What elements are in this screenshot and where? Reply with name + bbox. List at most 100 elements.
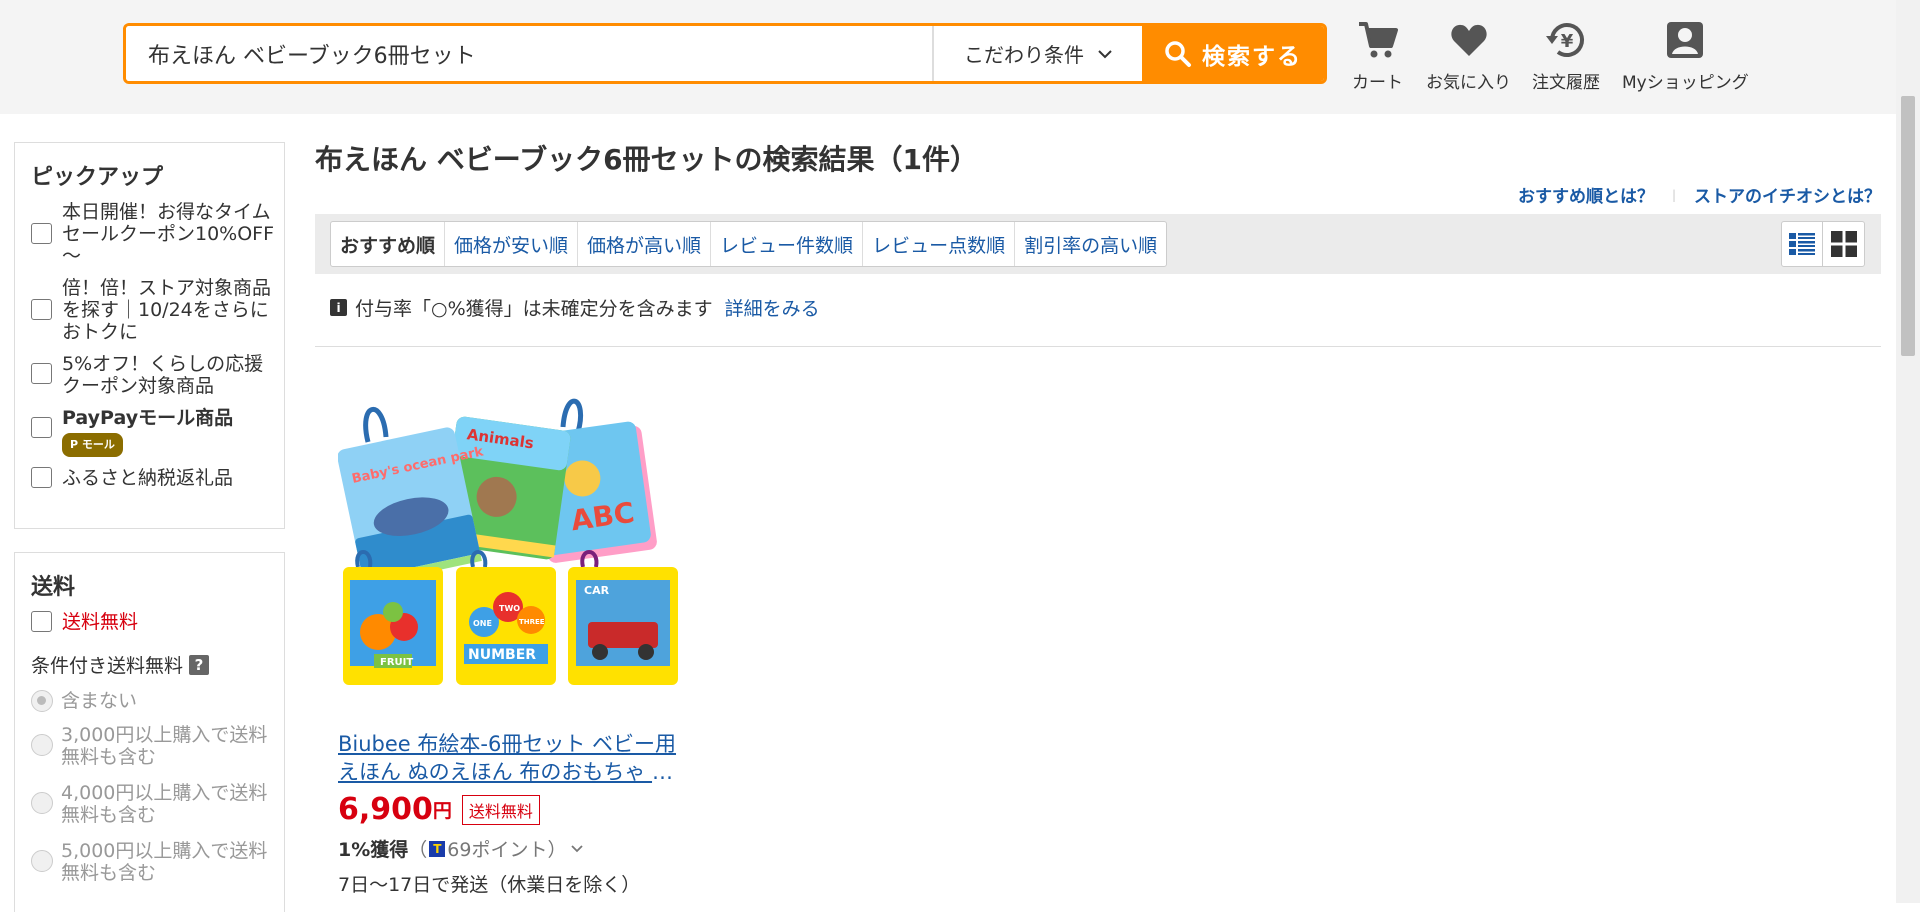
notice-text: 付与率「○%獲得」は未確定分を含みます <box>355 298 713 320</box>
heart-icon <box>1450 24 1487 56</box>
pickup-item-timesale[interactable]: 本日開催！お得なタイムセールクーポン10%OFF～ <box>15 201 284 267</box>
checkbox[interactable] <box>31 611 52 632</box>
conditional-shipping-label: 条件付き送料無料 <box>31 655 184 677</box>
paren-close: ） <box>547 839 567 861</box>
product-image[interactable]: ABC Animals Baby's ocean park FRUIT ONE … <box>337 382 683 710</box>
shipping-option[interactable]: 4,000円以上購入で送料無料も含む <box>15 782 284 826</box>
grid-view-button[interactable] <box>1823 222 1864 266</box>
search-icon <box>1165 40 1191 67</box>
chevron-down-icon <box>1098 49 1112 58</box>
checkbox[interactable] <box>31 363 52 384</box>
paypay-badge-label: モール <box>81 438 115 451</box>
image-label: FRUIT <box>380 657 413 668</box>
separator: | <box>1671 187 1676 202</box>
sort-tab-recommended[interactable]: おすすめ順 <box>331 222 446 266</box>
my-shopping-label: Myショッピング <box>1622 73 1749 93</box>
search-button[interactable]: 検索する <box>1142 26 1324 81</box>
shipping-panel: 送料 送料無料 条件付き送料無料 ? 含まない 3,000円以上購入で送料無料も… <box>14 552 285 912</box>
product-card: ABC Animals Baby's ocean park FRUIT ONE … <box>337 382 688 897</box>
free-shipping-badge: 送料無料 <box>461 794 540 825</box>
order-history-link[interactable]: ¥ 注文履歴 <box>1532 20 1600 93</box>
conditions-label: こだわり条件 <box>964 43 1084 67</box>
points-detail: 69ポイント <box>447 839 548 861</box>
shipping-option-label: 3,000円以上購入で送料無料も含む <box>61 724 268 768</box>
scroll-thumb[interactable] <box>1901 96 1915 356</box>
list-view-button[interactable] <box>1782 222 1823 266</box>
favorites-link[interactable]: お気に入り <box>1426 20 1511 93</box>
conditions-dropdown[interactable]: こだわり条件 <box>932 26 1142 81</box>
pickup-label: 倍！倍！ストア対象商品を探す｜10/24をさらにおトクに <box>62 277 272 343</box>
radio-button[interactable] <box>31 734 53 756</box>
radio-button[interactable] <box>31 792 53 814</box>
pickup-label: 5%オフ！くらしの応援クーポン対象商品 <box>62 353 264 397</box>
image-label: NUMBER <box>468 647 536 663</box>
free-shipping-filter[interactable]: 送料無料 <box>15 611 284 633</box>
notice-detail-link[interactable]: 詳細をみる <box>725 294 820 321</box>
image-label: THREE <box>519 618 545 626</box>
sort-tab-price-low[interactable]: 価格が安い順 <box>445 222 579 266</box>
product-photo: ABC Animals Baby's ocean park FRUIT ONE … <box>337 398 678 685</box>
free-shipping-label: 送料無料 <box>62 611 139 633</box>
product-title-link[interactable]: Biubee 布絵本-6冊セット ベビー用えほん ぬのえほん 布のおもちゃ 赤ち… <box>338 730 678 786</box>
pickup-title: ピックアップ <box>31 165 164 190</box>
order-history-label: 注文履歴 <box>1532 73 1600 93</box>
pickup-item-furusato[interactable]: ふるさと納税返礼品 <box>15 467 284 489</box>
image-label: ONE <box>473 619 492 628</box>
order-history-icon: ¥ <box>1546 23 1584 57</box>
sort-tab-review-count[interactable]: レビュー件数順 <box>711 222 864 266</box>
shipping-option[interactable]: 含まない <box>15 690 284 712</box>
radio-button[interactable] <box>31 850 53 872</box>
pickup-item-paypay[interactable]: PayPayモール商品 P モール <box>15 407 284 457</box>
pickup-item-kurashi[interactable]: 5%オフ！くらしの応援クーポン対象商品 <box>15 353 284 397</box>
cart-icon <box>1358 22 1398 58</box>
search-input[interactable] <box>126 26 932 81</box>
divider <box>315 346 1881 347</box>
my-shopping-link[interactable]: Myショッピング <box>1622 20 1749 93</box>
price-row: 6,900 円 送料無料 <box>338 792 688 827</box>
points-row[interactable]: 1%獲得 （ T 69ポイント ） <box>338 835 688 862</box>
image-label: TWO <box>499 604 520 613</box>
paypay-mall-badge: P モール <box>62 433 123 457</box>
sort-tab-review-score[interactable]: レビュー点数順 <box>863 222 1016 266</box>
cart-link[interactable]: カート <box>1352 20 1403 93</box>
list-view-icon <box>1789 233 1815 255</box>
pickup-label: PayPayモール商品 <box>62 407 234 429</box>
pickup-item-baibai[interactable]: 倍！倍！ストア対象商品を探す｜10/24をさらにおトクに <box>15 277 284 343</box>
price-currency: 円 <box>432 800 452 822</box>
checkbox[interactable] <box>31 467 52 488</box>
shipping-option[interactable]: 5,000円以上購入で送料無料も含む <box>15 840 284 884</box>
info-icon: i <box>330 299 347 316</box>
sort-tab-discount[interactable]: 割引率の高い順 <box>1015 222 1166 266</box>
t-point-icon: T <box>429 840 446 857</box>
shipping-option-label: 5,000円以上購入で送料無料も含む <box>61 840 268 884</box>
help-icon[interactable]: ? <box>189 654 210 675</box>
scrollbar[interactable] <box>1896 0 1920 903</box>
pickup-label: 本日開催！お得なタイムセールクーポン10%OFF～ <box>62 201 275 267</box>
header: こだわり条件 検索する カート お気に入り ¥ 注文履歴 Myショッピング <box>0 0 1920 114</box>
points-rate: 1%獲得 <box>338 839 409 861</box>
checkbox[interactable] <box>31 299 52 320</box>
sort-tabs: おすすめ順 価格が安い順 価格が高い順 レビュー件数順 レビュー点数順 割引率の… <box>330 221 1168 267</box>
recommended-order-help-link[interactable]: おすすめ順とは？ <box>1518 182 1654 207</box>
shipping-option[interactable]: 3,000円以上購入で送料無料も含む <box>15 724 284 768</box>
paren-open: （ <box>408 839 428 861</box>
pickup-panel: ピックアップ 本日開催！お得なタイムセールクーポン10%OFF～ 倍！倍！ストア… <box>14 142 285 529</box>
account-icon <box>1667 22 1704 58</box>
sort-tab-price-high[interactable]: 価格が高い順 <box>578 222 712 266</box>
cart-label: カート <box>1352 73 1403 93</box>
checkbox[interactable] <box>31 223 52 244</box>
search-bar: こだわり条件 検索する <box>123 23 1327 84</box>
store-pick-help-link[interactable]: ストアのイチオシとは？ <box>1694 182 1881 207</box>
radio-button[interactable] <box>31 690 53 712</box>
checkbox[interactable] <box>31 417 52 438</box>
shipping-title: 送料 <box>31 575 76 600</box>
pickup-label: ふるさと納税返礼品 <box>62 467 234 489</box>
sort-bar: おすすめ順 価格が安い順 価格が高い順 レビュー件数順 レビュー点数順 割引率の… <box>315 214 1881 274</box>
page-title: 布えほん ベビーブック6冊セットの検索結果（1件） <box>315 143 979 176</box>
chevron-down-icon <box>571 844 584 852</box>
delivery-estimate: 7日～17日で発送（休業日を除く） <box>338 874 641 896</box>
points-notice: i 付与率「○%獲得」は未確定分を含みます 詳細をみる <box>330 294 820 321</box>
view-toggle <box>1781 221 1865 267</box>
product-price: 6,900 <box>338 792 433 827</box>
conditional-shipping-heading: 条件付き送料無料 ? <box>31 651 284 678</box>
